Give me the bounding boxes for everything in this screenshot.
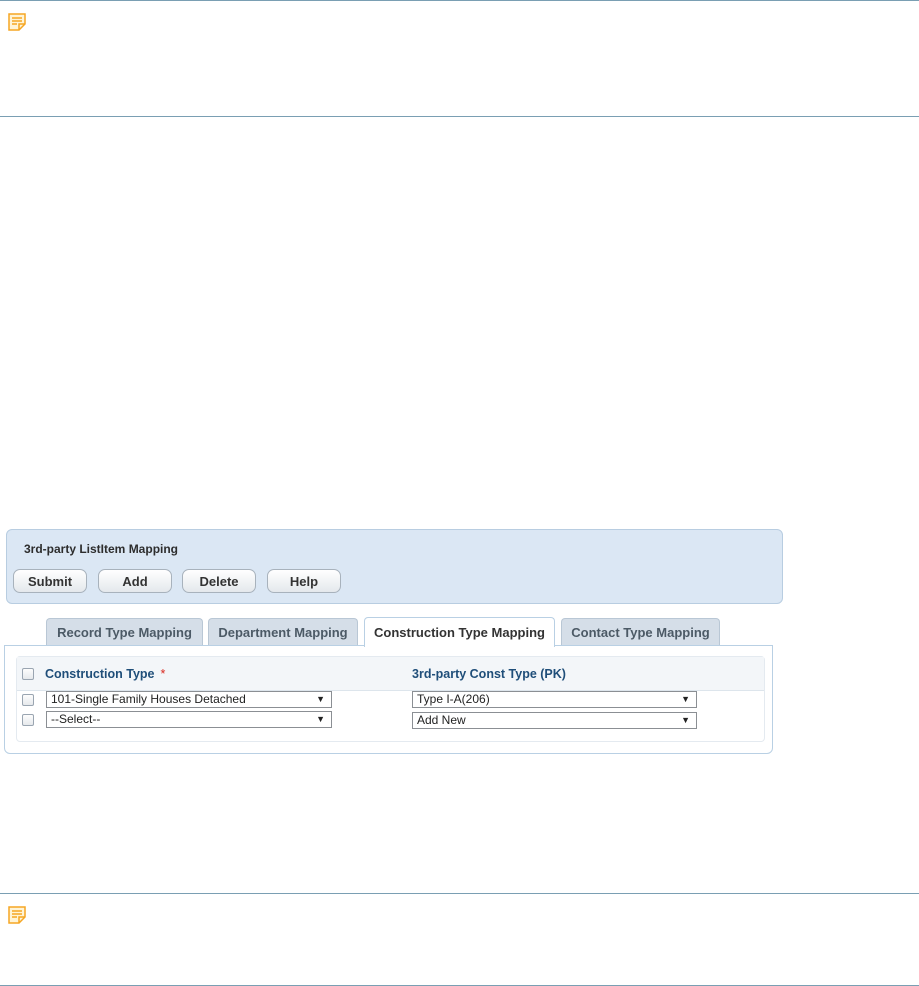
row-2-checkbox[interactable] <box>22 714 34 726</box>
note-block-bottom <box>0 893 919 986</box>
grid-header: Construction Type * 3rd-party Const Type … <box>17 657 764 691</box>
column-header-construction-type-label: Construction Type <box>45 667 155 681</box>
note-block-top <box>0 0 919 117</box>
help-button[interactable]: Help <box>267 569 341 593</box>
add-button[interactable]: Add <box>98 569 172 593</box>
chevron-down-icon: ▼ <box>316 694 325 704</box>
row-1-third-party-type-value: Type I-A(206) <box>417 692 490 706</box>
mapping-grid: Construction Type * 3rd-party Const Type … <box>16 656 765 742</box>
note-icon <box>8 906 26 924</box>
row-2-third-party-type-select[interactable]: Add New ▼ <box>412 712 697 729</box>
column-header-third-party-type: 3rd-party Const Type (PK) <box>412 667 566 681</box>
row-2-third-party-type-value: Add New <box>417 713 466 727</box>
page: 3rd-party ListItem Mapping Submit Add De… <box>0 0 919 986</box>
tab-record-type-mapping[interactable]: Record Type Mapping <box>46 618 203 646</box>
column-header-construction-type: Construction Type * <box>45 667 165 681</box>
chevron-down-icon: ▼ <box>316 714 325 724</box>
tab-content-panel: Construction Type * 3rd-party Const Type … <box>4 645 773 754</box>
delete-button[interactable]: Delete <box>182 569 256 593</box>
row-2-construction-type-value: --Select-- <box>51 712 101 726</box>
row-1-third-party-type-select[interactable]: Type I-A(206) ▼ <box>412 691 697 708</box>
select-all-checkbox[interactable] <box>22 668 34 680</box>
submit-button[interactable]: Submit <box>13 569 87 593</box>
row-1-construction-type-value: 101-Single Family Houses Detached <box>51 692 246 706</box>
chevron-down-icon: ▼ <box>681 715 690 725</box>
row-2-construction-type-select[interactable]: --Select-- ▼ <box>46 711 332 728</box>
tab-contact-type-mapping[interactable]: Contact Type Mapping <box>561 618 720 646</box>
tab-construction-type-mapping[interactable]: Construction Type Mapping <box>364 617 555 647</box>
panel-title: 3rd-party ListItem Mapping <box>24 542 179 556</box>
tab-department-mapping[interactable]: Department Mapping <box>208 618 358 646</box>
row-1-checkbox[interactable] <box>22 694 34 706</box>
note-icon <box>8 13 26 31</box>
row-1-construction-type-select[interactable]: 101-Single Family Houses Detached ▼ <box>46 691 332 708</box>
required-marker: * <box>160 667 166 681</box>
listitem-mapping-panel: 3rd-party ListItem Mapping Submit Add De… <box>6 529 783 604</box>
chevron-down-icon: ▼ <box>681 694 690 704</box>
